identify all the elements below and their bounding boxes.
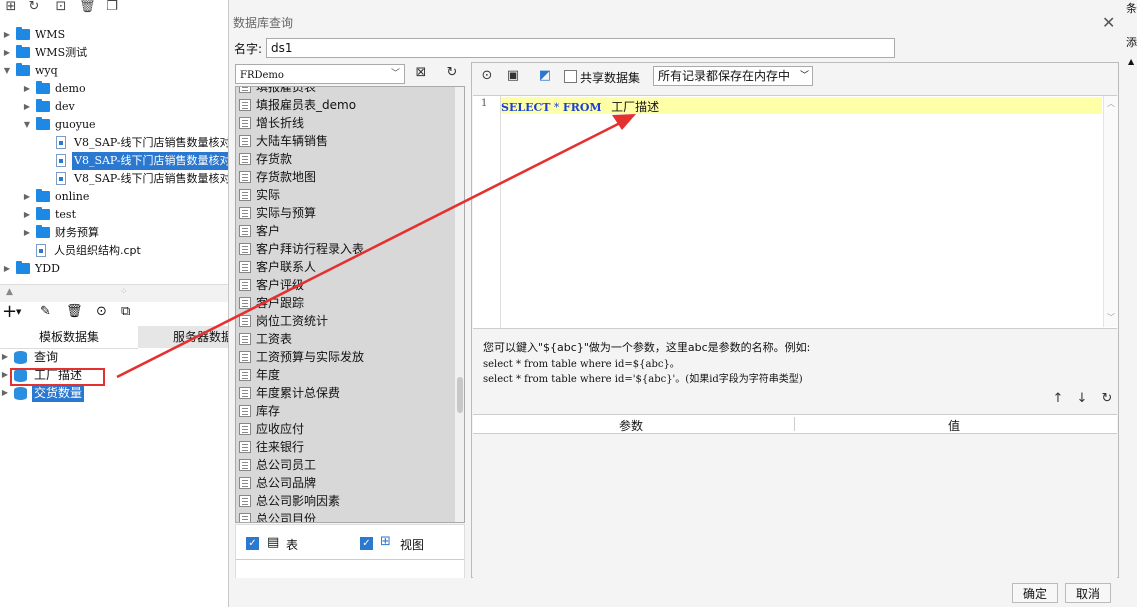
annotation-box <box>10 368 105 386</box>
annotation-arrow-line <box>116 118 627 379</box>
annotation-arrowhead <box>612 114 636 130</box>
annotation-overlay <box>10 114 636 386</box>
